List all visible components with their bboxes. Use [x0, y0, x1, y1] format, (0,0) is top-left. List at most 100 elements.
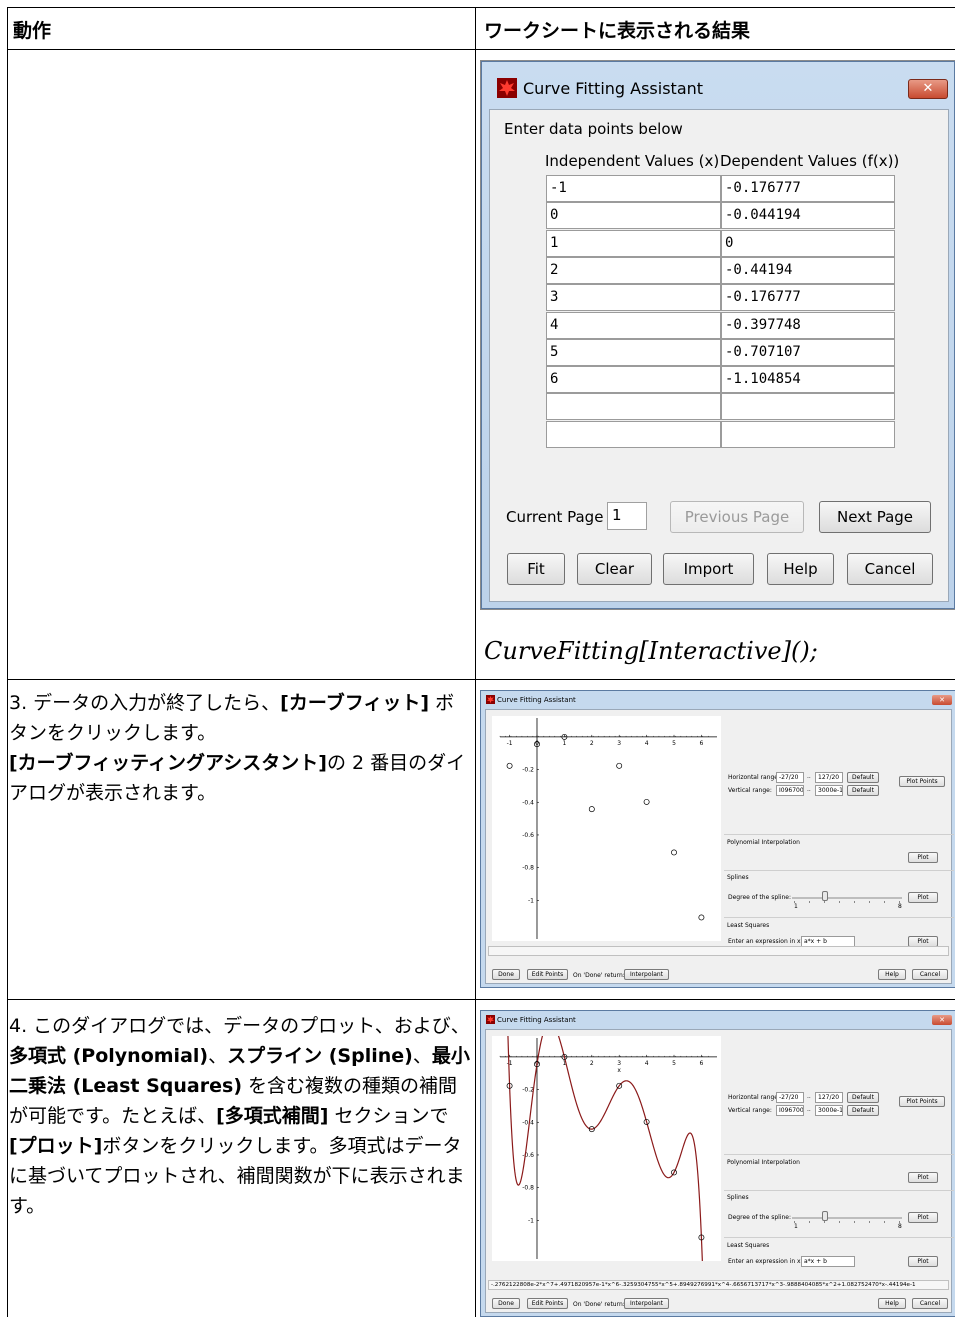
vertical-max-input[interactable]: 3000e-1 — [815, 1105, 843, 1116]
plot-area: -1 0 1 2 3 4 5 6 -0.2 -0.4 -0.6 -0.8 -1 x — [492, 1036, 721, 1261]
close-button[interactable]: ✕ — [932, 695, 952, 705]
edit-points-button[interactable]: Edit Points — [527, 969, 568, 980]
step4-bold: [多項式補間] — [216, 1105, 329, 1127]
done-button[interactable]: Done — [492, 1298, 520, 1309]
help-button[interactable]: Help — [767, 553, 834, 585]
plot-points-button[interactable]: Plot Points — [899, 1096, 945, 1107]
dialog-title: Curve Fitting Assistant — [523, 79, 704, 98]
cell-fx[interactable] — [721, 420, 895, 448]
vertical-default-button[interactable]: Default — [847, 1105, 879, 1116]
column-header-fx: Dependent Values (f(x)) — [720, 152, 900, 170]
spline-degree-slider[interactable] — [792, 1217, 902, 1219]
horizontal-range-label: Horizontal range: — [728, 774, 781, 781]
cancel-button[interactable]: Cancel — [912, 969, 948, 980]
cell-fx[interactable] — [721, 393, 895, 421]
cell-fx[interactable]: -0.176777 — [721, 284, 895, 312]
splines-plot-button[interactable]: Plot — [908, 1212, 938, 1223]
current-page-input[interactable]: 1 — [607, 502, 647, 530]
cell-fx[interactable]: -0.397748 — [721, 311, 895, 339]
horizontal-min-input[interactable]: -27/20 — [776, 1092, 804, 1103]
maple-leaf-icon — [486, 695, 495, 704]
plot-points-button[interactable]: Plot Points — [899, 776, 945, 787]
polynomial-plot-button[interactable]: Plot — [908, 1172, 938, 1183]
vertical-max-input[interactable]: 3000e-1 — [815, 785, 843, 796]
section-divider — [724, 1190, 954, 1191]
spline-degree-slider[interactable] — [792, 897, 902, 899]
close-button[interactable]: ✕ — [908, 79, 948, 99]
cell-x[interactable] — [546, 393, 721, 421]
help-button[interactable]: Help — [878, 1298, 906, 1309]
maple-leaf-icon — [486, 1015, 495, 1024]
clear-button[interactable]: Clear — [577, 553, 652, 585]
polynomial-plot-button[interactable]: Plot — [908, 852, 938, 863]
slider-thumb[interactable] — [822, 891, 828, 901]
expression-label: Enter an expression in x: — [728, 1258, 803, 1265]
interpolant-result: -.2762122808e-2*x^7+.4971820957e-1*x^6-.… — [488, 1280, 949, 1290]
dialog-titlebar[interactable]: Curve Fitting Assistant ✕ — [481, 61, 955, 113]
cell-fx[interactable]: -0.044194 — [721, 202, 895, 230]
cell-x[interactable]: 6 — [546, 366, 721, 394]
cell-x[interactable]: 5 — [546, 338, 721, 366]
cell-x[interactable]: -1 — [546, 175, 721, 202]
on-done-label: On 'Done' return: — [573, 972, 625, 979]
cell-fx[interactable]: -1.104854 — [721, 366, 895, 394]
section-divider — [724, 1154, 954, 1155]
horizontal-max-input[interactable]: 127/20 — [815, 772, 843, 783]
dialog-title: Curve Fitting Assistant — [497, 1016, 576, 1024]
horizontal-default-button[interactable]: Default — [847, 772, 879, 783]
slider-tick — [839, 901, 840, 903]
cell-fx[interactable]: -0.707107 — [721, 338, 895, 366]
dialog-client: -1 0 1 2 3 4 5 6 -0.2 -0.4 -0.6 -0.8 -1 Horizontal r… — [485, 709, 954, 984]
slider-thumb[interactable] — [822, 1211, 828, 1221]
edit-points-button[interactable]: Edit Points — [527, 1298, 568, 1309]
x-tick-label: 2 — [590, 1060, 594, 1067]
help-button[interactable]: Help — [878, 969, 906, 980]
slider-tick — [854, 901, 855, 903]
close-button[interactable]: ✕ — [932, 1015, 952, 1025]
cancel-button[interactable]: Cancel — [912, 1298, 948, 1309]
vertical-min-input[interactable]: I096700 — [776, 1105, 804, 1116]
slider-tick — [884, 901, 885, 903]
splines-plot-button[interactable]: Plot — [908, 892, 938, 903]
cell-fx[interactable]: -0.44194 — [721, 256, 895, 284]
done-button[interactable]: Done — [492, 969, 520, 980]
import-button[interactable]: Import — [663, 553, 754, 585]
fit-button[interactable]: Fit — [507, 553, 565, 585]
cell-x[interactable]: 2 — [546, 256, 721, 284]
x-tick-label: 2 — [590, 740, 594, 747]
slider-tick — [884, 1221, 885, 1223]
previous-page-button[interactable]: Previous Page — [670, 501, 804, 533]
cancel-button[interactable]: Cancel — [847, 553, 933, 585]
cell-x[interactable]: 4 — [546, 311, 721, 339]
vertical-min-input[interactable]: I096700 — [776, 785, 804, 796]
slider-tick — [794, 1221, 795, 1223]
range-dots: .. — [807, 773, 811, 780]
cell-fx[interactable]: 0 — [721, 229, 895, 257]
expression-input[interactable]: a*x + b — [801, 1256, 855, 1267]
horizontal-min-input[interactable]: -27/20 — [776, 772, 804, 783]
least-squares-section-label: Least Squares — [727, 922, 770, 929]
on-done-select[interactable]: Interpolant — [624, 969, 669, 980]
horizontal-max-input[interactable]: 127/20 — [815, 1092, 843, 1103]
vertical-range-label: Vertical range: — [728, 1107, 772, 1114]
step4-bold: 多項式 (Polynomial) — [9, 1045, 209, 1067]
slider-tick — [809, 1221, 810, 1223]
vertical-default-button[interactable]: Default — [847, 785, 879, 796]
entry-prompt: Enter data points below — [504, 120, 683, 138]
table-border-middle — [475, 7, 476, 1317]
data-point — [506, 762, 513, 769]
next-page-button[interactable]: Next Page — [819, 501, 931, 533]
cell-x[interactable]: 3 — [546, 284, 721, 312]
cell-x[interactable]: 1 — [546, 229, 721, 257]
on-done-select[interactable]: Interpolant — [624, 1298, 669, 1309]
horizontal-default-button[interactable]: Default — [847, 1092, 879, 1103]
cell-x[interactable] — [546, 420, 721, 448]
least-squares-plot-button[interactable]: Plot — [908, 1256, 938, 1267]
curve-fitting-dialog-data-entry: Curve Fitting Assistant ✕ Enter data poi… — [480, 60, 955, 610]
cell-fx[interactable]: -0.176777 — [721, 175, 895, 202]
slider-tick — [794, 901, 795, 903]
data-point — [616, 762, 623, 769]
cell-x[interactable]: 0 — [546, 202, 721, 230]
dialog-title: Curve Fitting Assistant — [497, 696, 576, 704]
step4-part: 、 — [412, 1045, 432, 1067]
